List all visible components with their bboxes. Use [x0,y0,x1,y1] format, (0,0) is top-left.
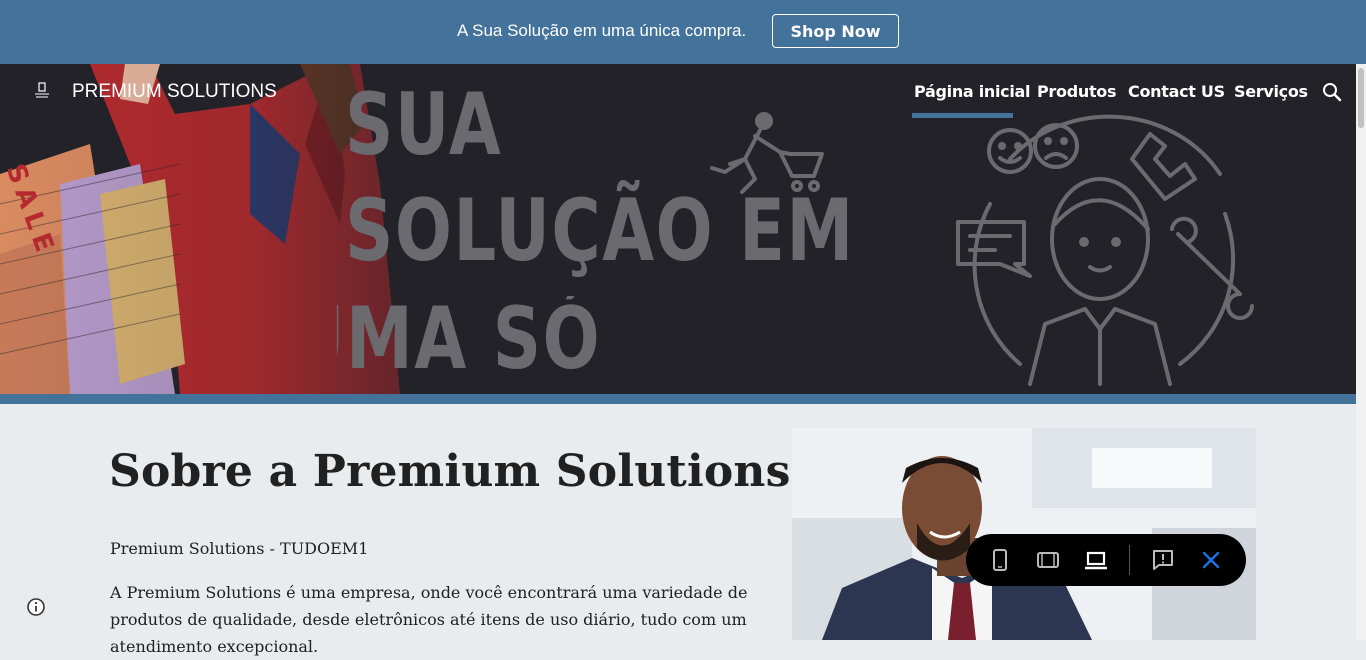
tablet-preview-icon[interactable] [1036,548,1060,572]
site-title[interactable]: PREMIUM SOLUTIONS [72,81,277,103]
page-scrollbar[interactable] [1356,64,1366,640]
shop-now-button[interactable]: Shop Now [772,14,899,48]
nav-active-indicator [912,113,1013,118]
close-icon[interactable] [1199,548,1223,572]
page-subheading: Premium Solutions - TUDOEM1 [110,539,369,558]
site-logo-icon[interactable] [33,82,51,100]
page-heading: Sobre a Premium Solutions [109,446,791,497]
hero-bottom-band [0,394,1356,404]
laptop-preview-icon[interactable] [1084,548,1108,572]
toolbar-divider [1129,545,1130,575]
nav-item-produtos[interactable]: Produtos [1037,82,1117,101]
hero-line-1: SUA [345,75,503,175]
hero-line-2: SOLUÇÃO EM [345,181,855,281]
about-paragraph: A Premium Solutions é uma empresa, onde … [110,583,748,656]
announcement-text: A Sua Solução em uma única compra. [457,21,747,40]
phone-preview-icon[interactable] [988,548,1012,572]
nav-item-pagina-inicial[interactable]: Página inicial [914,82,1031,101]
search-icon[interactable] [1322,82,1342,102]
report-icon[interactable] [1151,548,1175,572]
nav-item-servicos[interactable]: Serviços [1234,82,1308,101]
info-icon[interactable] [26,597,46,617]
scrollbar-thumb[interactable] [1358,68,1364,128]
nav-item-contact-us[interactable]: Contact US [1128,82,1225,101]
